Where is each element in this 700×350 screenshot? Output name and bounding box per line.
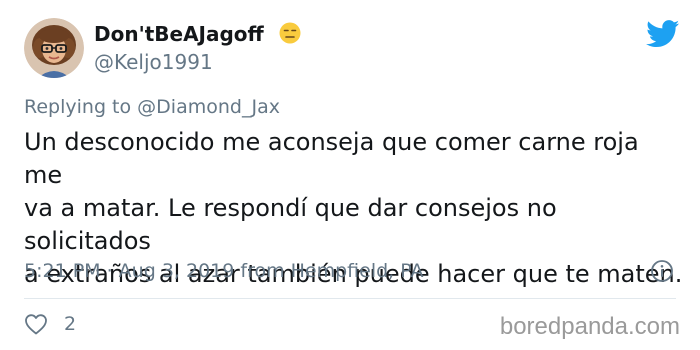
tweet-timestamp[interactable]: 5:21 PM · Aug 3, 2019 from Hempfield, PA (24, 259, 424, 283)
author-display-name[interactable]: Don'tBeAJagoff (94, 21, 301, 47)
reply-mention-link[interactable]: @Diamond_Jax (137, 96, 280, 118)
replying-to: Replying to @Diamond_Jax (24, 95, 280, 119)
tweet-card: Don'tBeAJagoff @Keljo1991 Replying to @D… (0, 0, 700, 350)
like-count: 2 (64, 313, 77, 335)
display-name-text: Don'tBeAJagoff (94, 22, 264, 46)
avatar[interactable] (24, 18, 84, 78)
author-handle[interactable]: @Keljo1991 (94, 50, 213, 74)
divider (24, 298, 676, 299)
replying-to-label: Replying to (24, 96, 132, 118)
expressionless-face-emoji-icon (279, 22, 301, 44)
info-icon[interactable] (650, 259, 674, 283)
like-button[interactable]: 2 (24, 311, 76, 337)
memoji-avatar-icon (24, 18, 84, 78)
watermark: boredpanda.com (499, 313, 680, 340)
twitter-bird-icon[interactable] (646, 20, 680, 48)
heart-icon (25, 314, 47, 335)
